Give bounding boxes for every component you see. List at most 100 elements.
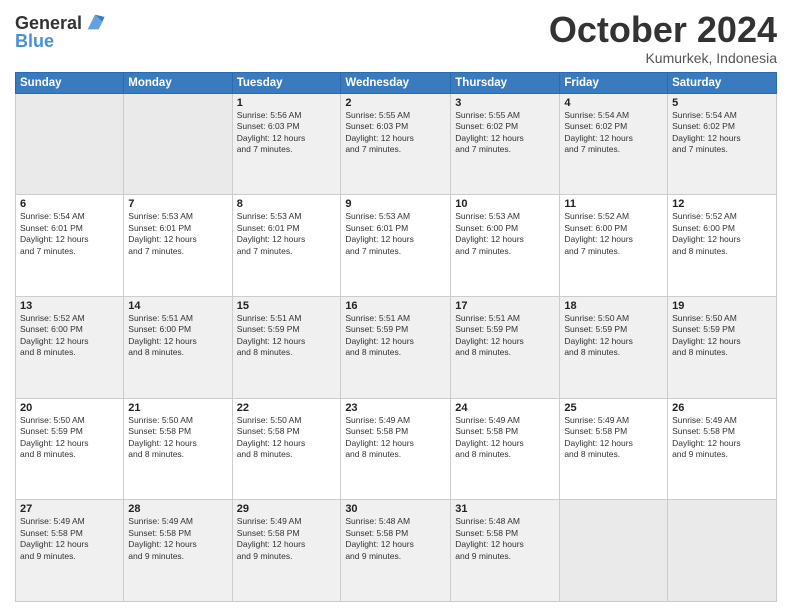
day-number: 19 — [672, 300, 772, 312]
title-section: October 2024 Kumurkek, Indonesia — [549, 10, 777, 66]
day-info: Sunrise: 5:54 AM Sunset: 6:02 PM Dayligh… — [672, 110, 772, 156]
header: General Blue October 2024 Kumurkek, Indo… — [15, 10, 777, 66]
calendar-cell — [560, 500, 668, 602]
day-info: Sunrise: 5:50 AM Sunset: 5:59 PM Dayligh… — [672, 313, 772, 359]
day-info: Sunrise: 5:53 AM Sunset: 6:01 PM Dayligh… — [345, 211, 446, 257]
day-number: 3 — [455, 97, 555, 109]
calendar-cell: 9Sunrise: 5:53 AM Sunset: 6:01 PM Daylig… — [341, 195, 451, 297]
calendar-cell: 5Sunrise: 5:54 AM Sunset: 6:02 PM Daylig… — [668, 93, 777, 195]
calendar-cell: 4Sunrise: 5:54 AM Sunset: 6:02 PM Daylig… — [560, 93, 668, 195]
day-number: 28 — [128, 503, 227, 515]
day-info: Sunrise: 5:53 AM Sunset: 6:00 PM Dayligh… — [455, 211, 555, 257]
day-info: Sunrise: 5:48 AM Sunset: 5:58 PM Dayligh… — [455, 516, 555, 562]
calendar-cell: 28Sunrise: 5:49 AM Sunset: 5:58 PM Dayli… — [124, 500, 232, 602]
day-number: 14 — [128, 300, 227, 312]
calendar-cell: 22Sunrise: 5:50 AM Sunset: 5:58 PM Dayli… — [232, 398, 341, 500]
day-number: 7 — [128, 198, 227, 210]
calendar-week-row: 13Sunrise: 5:52 AM Sunset: 6:00 PM Dayli… — [16, 296, 777, 398]
day-number: 24 — [455, 402, 555, 414]
day-info: Sunrise: 5:49 AM Sunset: 5:58 PM Dayligh… — [564, 415, 663, 461]
day-number: 31 — [455, 503, 555, 515]
day-number: 27 — [20, 503, 119, 515]
day-number: 21 — [128, 402, 227, 414]
calendar-cell: 15Sunrise: 5:51 AM Sunset: 5:59 PM Dayli… — [232, 296, 341, 398]
calendar-cell — [16, 93, 124, 195]
calendar-header-row: SundayMondayTuesdayWednesdayThursdayFrid… — [16, 72, 777, 93]
day-number: 1 — [237, 97, 337, 109]
calendar-header-monday: Monday — [124, 72, 232, 93]
day-info: Sunrise: 5:55 AM Sunset: 6:03 PM Dayligh… — [345, 110, 446, 156]
day-info: Sunrise: 5:54 AM Sunset: 6:01 PM Dayligh… — [20, 211, 119, 257]
day-number: 4 — [564, 97, 663, 109]
calendar-cell — [668, 500, 777, 602]
day-number: 25 — [564, 402, 663, 414]
calendar-cell: 7Sunrise: 5:53 AM Sunset: 6:01 PM Daylig… — [124, 195, 232, 297]
calendar-cell: 12Sunrise: 5:52 AM Sunset: 6:00 PM Dayli… — [668, 195, 777, 297]
day-number: 13 — [20, 300, 119, 312]
calendar-cell: 13Sunrise: 5:52 AM Sunset: 6:00 PM Dayli… — [16, 296, 124, 398]
calendar-header-friday: Friday — [560, 72, 668, 93]
day-info: Sunrise: 5:55 AM Sunset: 6:02 PM Dayligh… — [455, 110, 555, 156]
calendar-week-row: 1Sunrise: 5:56 AM Sunset: 6:03 PM Daylig… — [16, 93, 777, 195]
logo-icon — [84, 11, 106, 33]
day-number: 8 — [237, 198, 337, 210]
day-info: Sunrise: 5:49 AM Sunset: 5:58 PM Dayligh… — [20, 516, 119, 562]
day-number: 17 — [455, 300, 555, 312]
calendar-week-row: 20Sunrise: 5:50 AM Sunset: 5:59 PM Dayli… — [16, 398, 777, 500]
calendar-cell: 18Sunrise: 5:50 AM Sunset: 5:59 PM Dayli… — [560, 296, 668, 398]
day-info: Sunrise: 5:51 AM Sunset: 5:59 PM Dayligh… — [345, 313, 446, 359]
day-info: Sunrise: 5:50 AM Sunset: 5:59 PM Dayligh… — [20, 415, 119, 461]
logo: General Blue — [15, 14, 106, 52]
day-number: 26 — [672, 402, 772, 414]
calendar-cell: 27Sunrise: 5:49 AM Sunset: 5:58 PM Dayli… — [16, 500, 124, 602]
month-title: October 2024 — [549, 10, 777, 50]
day-info: Sunrise: 5:49 AM Sunset: 5:58 PM Dayligh… — [455, 415, 555, 461]
day-info: Sunrise: 5:56 AM Sunset: 6:03 PM Dayligh… — [237, 110, 337, 156]
day-number: 20 — [20, 402, 119, 414]
page: General Blue October 2024 Kumurkek, Indo… — [0, 0, 792, 612]
calendar-cell: 8Sunrise: 5:53 AM Sunset: 6:01 PM Daylig… — [232, 195, 341, 297]
calendar-cell: 30Sunrise: 5:48 AM Sunset: 5:58 PM Dayli… — [341, 500, 451, 602]
calendar-header-thursday: Thursday — [451, 72, 560, 93]
calendar-cell: 10Sunrise: 5:53 AM Sunset: 6:00 PM Dayli… — [451, 195, 560, 297]
day-number: 5 — [672, 97, 772, 109]
day-info: Sunrise: 5:51 AM Sunset: 5:59 PM Dayligh… — [455, 313, 555, 359]
calendar-header-sunday: Sunday — [16, 72, 124, 93]
day-info: Sunrise: 5:52 AM Sunset: 6:00 PM Dayligh… — [20, 313, 119, 359]
calendar-week-row: 27Sunrise: 5:49 AM Sunset: 5:58 PM Dayli… — [16, 500, 777, 602]
day-number: 30 — [345, 503, 446, 515]
calendar-cell: 25Sunrise: 5:49 AM Sunset: 5:58 PM Dayli… — [560, 398, 668, 500]
location: Kumurkek, Indonesia — [549, 50, 777, 66]
day-info: Sunrise: 5:48 AM Sunset: 5:58 PM Dayligh… — [345, 516, 446, 562]
day-info: Sunrise: 5:51 AM Sunset: 5:59 PM Dayligh… — [237, 313, 337, 359]
day-number: 15 — [237, 300, 337, 312]
day-number: 11 — [564, 198, 663, 210]
calendar-cell: 3Sunrise: 5:55 AM Sunset: 6:02 PM Daylig… — [451, 93, 560, 195]
day-number: 23 — [345, 402, 446, 414]
day-number: 16 — [345, 300, 446, 312]
calendar-table: SundayMondayTuesdayWednesdayThursdayFrid… — [15, 72, 777, 602]
calendar-cell: 26Sunrise: 5:49 AM Sunset: 5:58 PM Dayli… — [668, 398, 777, 500]
calendar-cell: 2Sunrise: 5:55 AM Sunset: 6:03 PM Daylig… — [341, 93, 451, 195]
day-info: Sunrise: 5:53 AM Sunset: 6:01 PM Dayligh… — [237, 211, 337, 257]
calendar-cell: 20Sunrise: 5:50 AM Sunset: 5:59 PM Dayli… — [16, 398, 124, 500]
day-info: Sunrise: 5:52 AM Sunset: 6:00 PM Dayligh… — [564, 211, 663, 257]
calendar-header-saturday: Saturday — [668, 72, 777, 93]
day-info: Sunrise: 5:50 AM Sunset: 5:58 PM Dayligh… — [237, 415, 337, 461]
calendar-cell: 11Sunrise: 5:52 AM Sunset: 6:00 PM Dayli… — [560, 195, 668, 297]
calendar-cell: 16Sunrise: 5:51 AM Sunset: 5:59 PM Dayli… — [341, 296, 451, 398]
calendar-cell: 31Sunrise: 5:48 AM Sunset: 5:58 PM Dayli… — [451, 500, 560, 602]
day-number: 12 — [672, 198, 772, 210]
day-info: Sunrise: 5:49 AM Sunset: 5:58 PM Dayligh… — [128, 516, 227, 562]
calendar-cell: 24Sunrise: 5:49 AM Sunset: 5:58 PM Dayli… — [451, 398, 560, 500]
day-info: Sunrise: 5:50 AM Sunset: 5:59 PM Dayligh… — [564, 313, 663, 359]
day-number: 22 — [237, 402, 337, 414]
day-info: Sunrise: 5:49 AM Sunset: 5:58 PM Dayligh… — [237, 516, 337, 562]
day-info: Sunrise: 5:54 AM Sunset: 6:02 PM Dayligh… — [564, 110, 663, 156]
day-number: 29 — [237, 503, 337, 515]
day-info: Sunrise: 5:50 AM Sunset: 5:58 PM Dayligh… — [128, 415, 227, 461]
day-number: 10 — [455, 198, 555, 210]
calendar-cell: 21Sunrise: 5:50 AM Sunset: 5:58 PM Dayli… — [124, 398, 232, 500]
calendar-header-wednesday: Wednesday — [341, 72, 451, 93]
day-number: 18 — [564, 300, 663, 312]
